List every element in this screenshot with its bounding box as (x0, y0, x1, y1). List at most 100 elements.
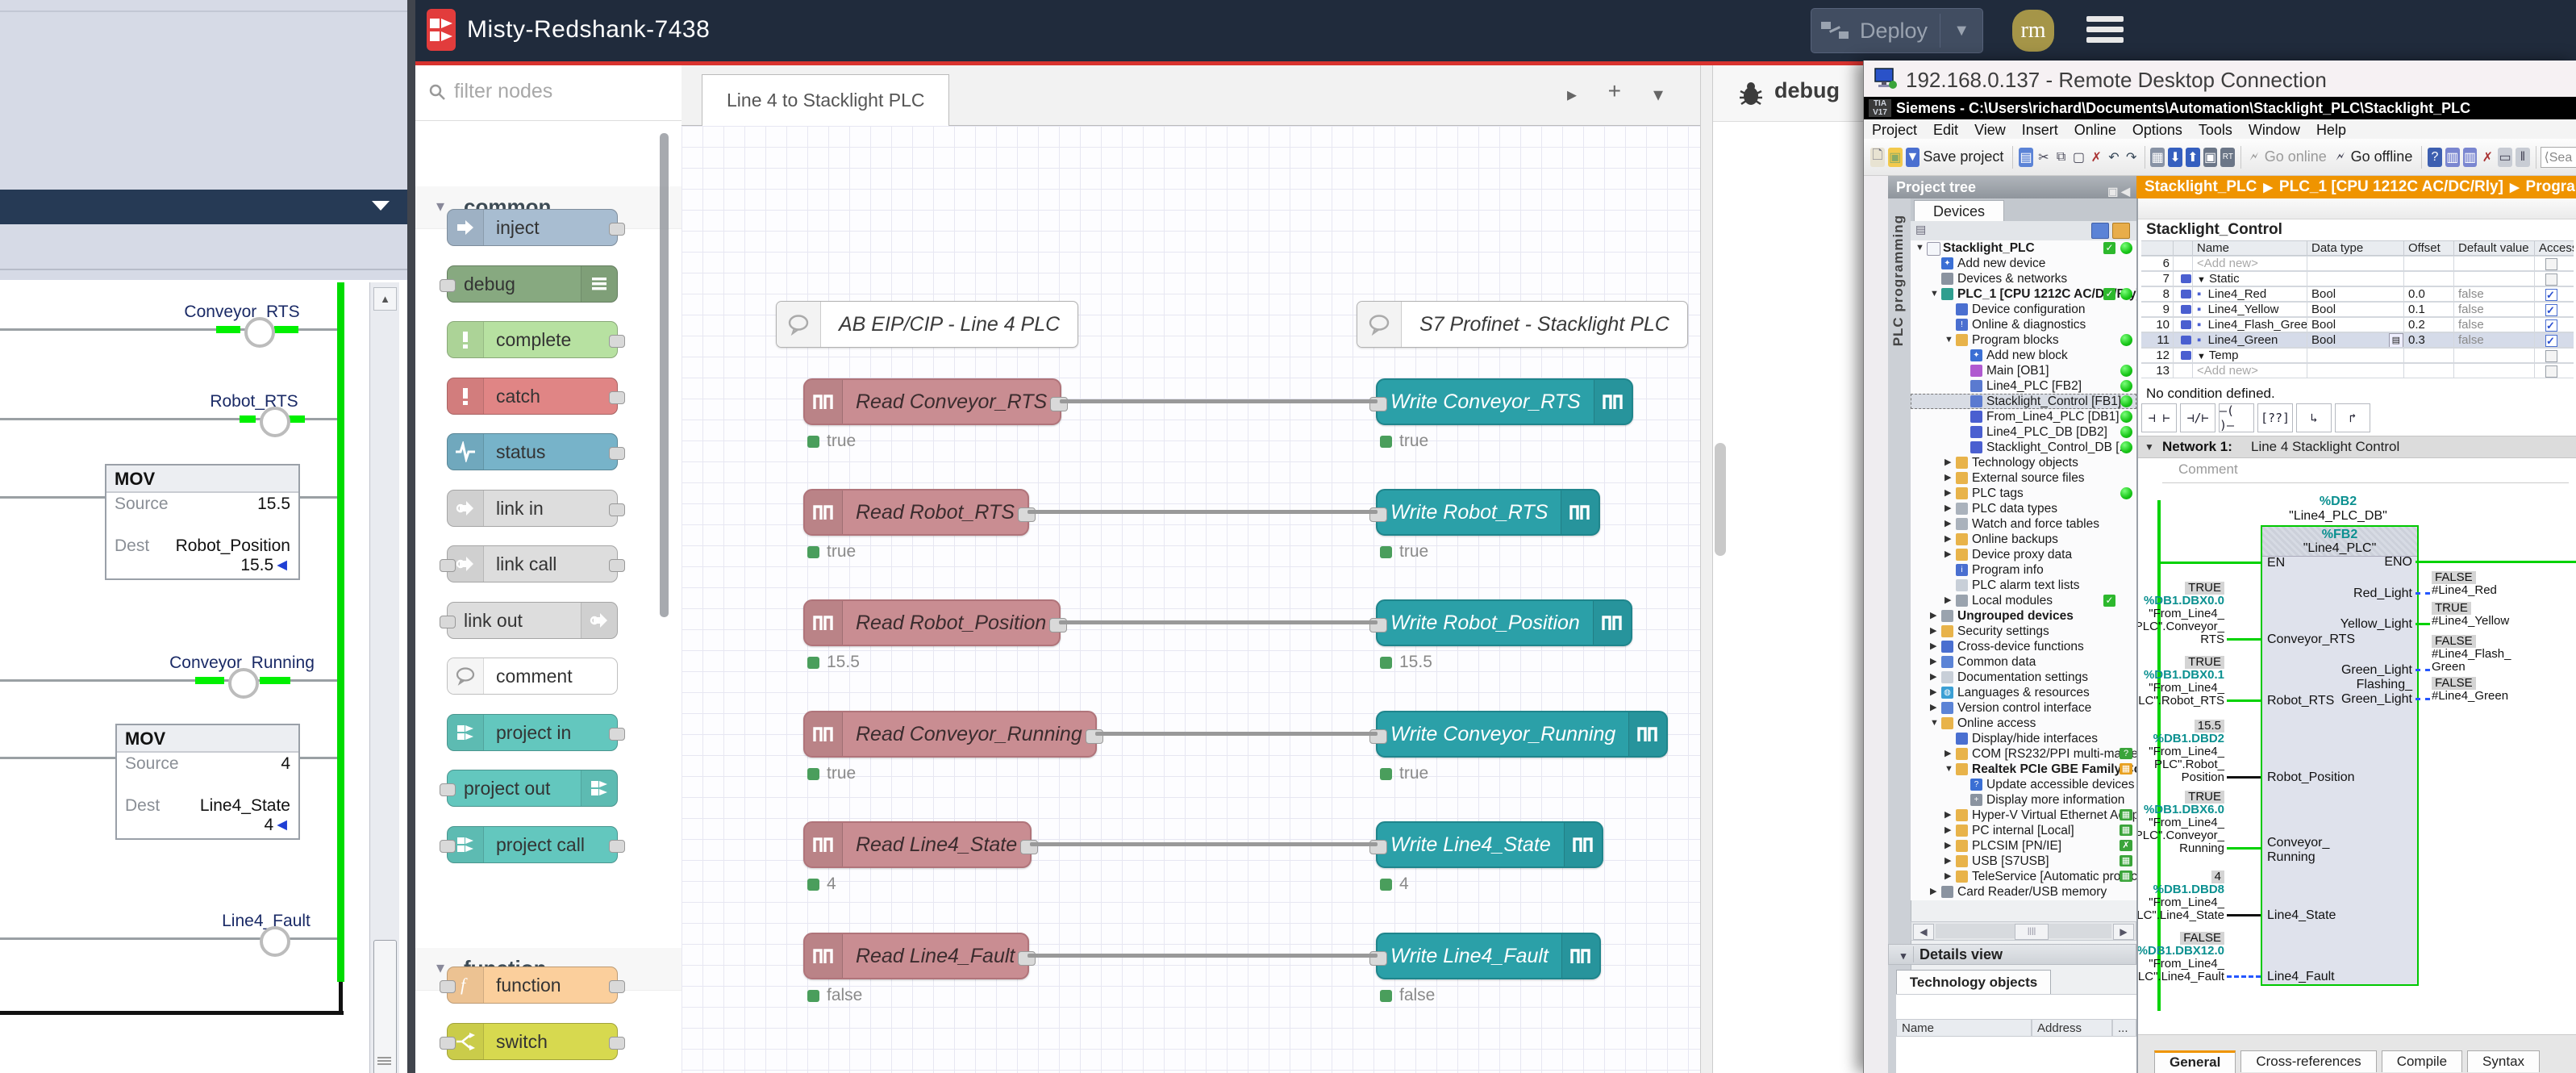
details-column-0[interactable]: Name (1896, 1019, 2032, 1037)
tree-item[interactable]: ▶External source files (1911, 470, 2136, 486)
comment-node[interactable]: AB EIP/CIP - Line 4 PLC (776, 301, 1078, 348)
tree-item[interactable]: Device configuration (1911, 302, 2136, 317)
tree-item[interactable]: Line4_PLC [FB2] (1911, 378, 2136, 394)
cell-accessible[interactable] (2535, 348, 2574, 363)
tree-item[interactable]: ▶Technology objects (1911, 455, 2136, 470)
output-coil[interactable] (260, 926, 290, 957)
fb-call-block[interactable]: %FB2"Line4_PLC"ENENOConveyor_RTSRobot_RT… (2261, 525, 2419, 986)
tree-collapsed-icon[interactable]: ▶ (1945, 501, 1951, 516)
menu-online[interactable]: Online (2066, 119, 2124, 141)
tree-collapsed-icon[interactable]: ▶ (1930, 884, 1936, 900)
mov-instruction[interactable]: MOVSource15.5DestRobot_Position15.5◄ (105, 464, 300, 580)
sidebar-separator[interactable] (1700, 65, 1713, 1073)
cell-datatype[interactable] (2307, 271, 2404, 286)
flow-list-icon[interactable]: ▾ (1653, 83, 1663, 106)
output-port[interactable] (609, 559, 625, 572)
tree-item[interactable]: ▶Common data (1911, 654, 2136, 670)
read-node[interactable]: Read Line4_State (803, 821, 1032, 868)
output-port[interactable] (609, 728, 625, 741)
tree-collapsed-icon[interactable]: ▶ (1945, 823, 1951, 838)
tree-item[interactable]: ▼Stacklight_PLC✓ (1911, 240, 2136, 256)
upload-icon[interactable]: ⬆ (2186, 148, 2200, 167)
cell-accessible[interactable] (2535, 332, 2574, 348)
chevron-down-icon[interactable]: ▼ (2145, 436, 2154, 457)
start-cpu-icon[interactable]: ▣ (2203, 148, 2218, 167)
cell-accessible[interactable] (2535, 256, 2574, 271)
inspector-tab-syntax[interactable]: Syntax (2467, 1050, 2540, 1072)
tree-collapsed-icon[interactable]: ▶ (1945, 470, 1951, 486)
cell-name[interactable]: ▪ Line4_Green (2193, 332, 2307, 348)
accessible-checkbox[interactable] (2545, 273, 2557, 286)
read-node[interactable]: Read Line4_Fault (803, 933, 1029, 979)
tree-item[interactable]: ▶Device proxy data (1911, 547, 2136, 562)
tree-item[interactable]: ▶TeleService [Automatic protoco...▦ (1911, 869, 2136, 884)
tree-collapsed-icon[interactable]: ▶ (1945, 547, 1951, 562)
scrollbar-thumb[interactable]: |||| (2015, 924, 2049, 940)
go-online-icon[interactable]: 🗲 (2247, 148, 2261, 167)
output-port[interactable] (609, 840, 625, 853)
cell-offset[interactable] (2404, 363, 2454, 378)
tree-item[interactable]: ▶PLCSIM [PN/IE]✗ (1911, 838, 2136, 854)
close-branch-icon[interactable]: ↱ (2335, 403, 2370, 432)
tree-expanded-icon[interactable]: ▼ (1915, 240, 1924, 256)
rdp-title-bar[interactable]: 192.168.0.137 - Remote Desktop Connectio… (1864, 61, 2576, 98)
comment-node[interactable]: S7 Profinet - Stacklight PLC (1357, 301, 1688, 348)
write-node[interactable]: Write Line4_Fault (1376, 933, 1601, 979)
input-operand[interactable]: FALSE%DB1.DBX12.0"From_Line4_PLC".Line4_… (2138, 932, 2224, 983)
tree-item[interactable]: ▶Version control interface (1911, 700, 2136, 716)
input-operand[interactable]: TRUE%DB1.DBX6.0"From_Line4_PLC".Conveyor… (2138, 791, 2224, 855)
palette-node-catch[interactable]: catch (447, 378, 618, 415)
read-node[interactable]: Read Robot_RTS (803, 489, 1029, 536)
inspector-tab-general[interactable]: General (2154, 1050, 2236, 1073)
tree-collapsed-icon[interactable]: ▶ (1930, 654, 1936, 670)
cut-icon[interactable]: ✂ (2036, 148, 2051, 167)
tree-horizontal-scrollbar[interactable]: ◀ |||| ▶ (1911, 921, 2136, 941)
tree-collapsed-icon[interactable]: ▶ (1945, 532, 1951, 547)
write-node[interactable]: Write Line4_State (1376, 821, 1603, 868)
output-port[interactable] (609, 980, 625, 993)
tree-item[interactable]: ▶Cross-device functions (1911, 639, 2136, 654)
chevron-down-icon[interactable] (372, 201, 390, 211)
tree-expanded-icon[interactable]: ▼ (1930, 286, 1939, 302)
tree-item[interactable]: ▶Security settings (1911, 624, 2136, 639)
accessible-checkbox[interactable] (2545, 350, 2557, 362)
scroll-up-icon[interactable]: ▲ (373, 287, 397, 311)
project-search-input[interactable]: ⟨Sea (2541, 147, 2576, 168)
add-flow-icon[interactable]: + (1608, 78, 1621, 104)
task-card-strip[interactable]: PLC programming (1888, 198, 1911, 1073)
details-view-header[interactable]: ▾Details view (1888, 944, 2136, 965)
cell-name[interactable]: ▪ Line4_Yellow (2193, 302, 2307, 317)
col-default[interactable]: Default value (2454, 240, 2535, 256)
play-icon[interactable]: ▸ (1567, 83, 1577, 106)
lad-network-canvas[interactable]: %DB2"Line4_PLC_DB"%FB2"Line4_PLC"ENENOCo… (2138, 484, 2576, 1033)
palette-node-status[interactable]: status (447, 433, 618, 470)
accessible-checkbox[interactable] (2545, 258, 2557, 270)
cell-default[interactable]: false (2454, 302, 2535, 317)
palette-node-function[interactable]: ffunction (447, 967, 618, 1004)
tree-item[interactable]: ▶Ungrouped devices (1911, 608, 2136, 624)
output-port[interactable] (609, 223, 625, 236)
tree-item[interactable]: !Online & diagnostics (1911, 317, 2136, 332)
output-operand[interactable]: FALSE#Line4_Red (2432, 571, 2497, 597)
write-node[interactable]: Write Conveyor_Running (1376, 711, 1668, 758)
tree-item[interactable]: ▶Hyper-V Virtual Ethernet Adapter▦ (1911, 808, 2136, 823)
wire[interactable] (1060, 399, 1378, 403)
wire[interactable] (1027, 954, 1378, 958)
tab-technology-objects[interactable]: Technology objects (1896, 970, 2051, 996)
palette-node-link-call[interactable]: link call (447, 545, 618, 582)
write-node[interactable]: Write Robot_RTS (1376, 489, 1600, 536)
palette-node-project-out[interactable]: project out (447, 770, 618, 807)
tree-item[interactable]: ▶PLC tags (1911, 486, 2136, 501)
menu-insert[interactable]: Insert (2014, 119, 2066, 141)
output-port[interactable] (609, 503, 625, 516)
split2-icon[interactable]: ‖ (2516, 148, 2530, 167)
cell-name[interactable]: <Add new> (2193, 256, 2307, 271)
delete-icon[interactable]: ✗ (2089, 148, 2103, 167)
go-online-label[interactable]: Go online (2265, 148, 2327, 165)
tree-item[interactable]: ▶USB [S7USB]▦ (1911, 854, 2136, 869)
print-icon[interactable]: ▤ (2019, 148, 2033, 167)
tree-item[interactable]: Stacklight_Control_DB [... (1911, 440, 2136, 455)
input-operand[interactable]: TRUE%DB1.DBX0.0"From_Line4_PLC".Conveyor… (2138, 582, 2224, 646)
menu-help[interactable]: Help (2308, 119, 2354, 141)
input-port[interactable] (440, 840, 456, 853)
